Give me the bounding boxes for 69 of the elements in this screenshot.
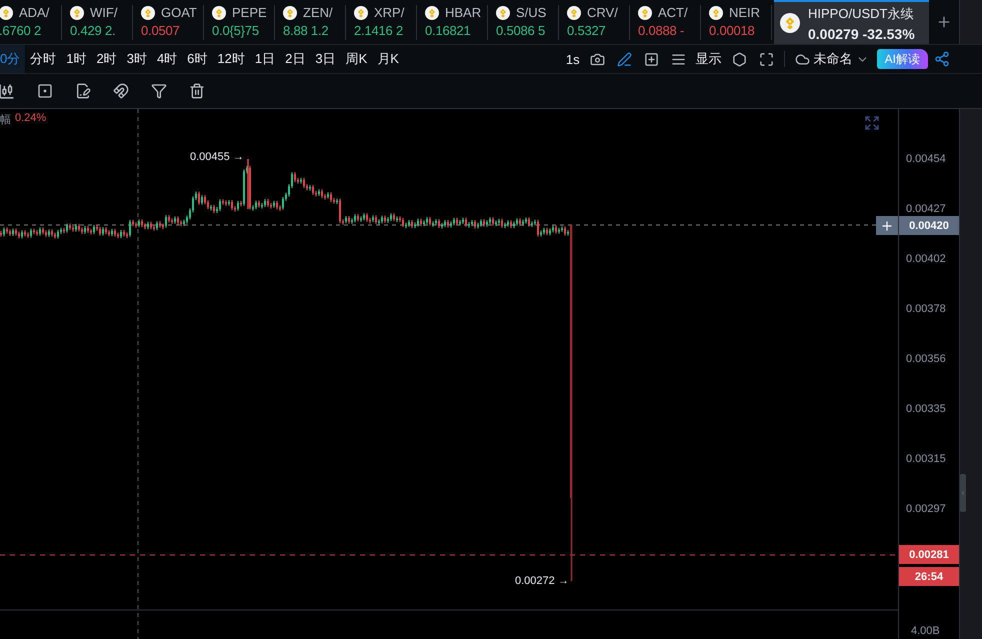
price-axis-label: 0.00454: [906, 153, 946, 165]
timeframe-tab[interactable]: 2时: [91, 45, 122, 73]
ticker-tab[interactable]: HBAR 0.16821: [417, 5, 488, 40]
ticker-price: 0.5086 5: [496, 23, 546, 38]
price-axis-label: 0.00335: [906, 403, 946, 415]
ticker-price: 0.16821: [425, 23, 472, 38]
ticker-price: 8.88 1.2: [283, 23, 330, 38]
high-price-label: 0.00455 →: [190, 151, 244, 163]
ticker-tab[interactable]: GOAT 0.0507: [133, 5, 204, 40]
ticker-symbol: ACT/: [658, 5, 688, 20]
ticker-tab[interactable]: WIF/ 0.429 2.: [62, 5, 133, 40]
ai-button[interactable]: AI解读: [876, 49, 928, 69]
ticker-tab[interactable]: NEIR 0.00018: [701, 5, 772, 40]
ticker-symbol: ADA/: [19, 5, 50, 20]
timeframe-tab[interactable]: 0分: [0, 45, 26, 73]
ticker-price: 0.00018: [709, 23, 756, 38]
timeframe-tab[interactable]: 3时: [122, 45, 152, 73]
timeframe-tab[interactable]: 分时: [25, 45, 62, 73]
price-axis-label: 0.00297: [906, 503, 946, 515]
interval-button[interactable]: 1s: [562, 52, 584, 66]
countdown-tag: 26:54: [899, 567, 959, 586]
ticker-tab[interactable]: S/US 0.5086 5: [488, 5, 559, 40]
price-axis-label: 0.00427: [906, 203, 946, 215]
last-price-tag: 0.00281: [899, 545, 959, 564]
layout-name-dropdown[interactable]: 未命名: [810, 50, 873, 68]
ticker-symbol: NEIR: [729, 5, 760, 20]
ticker-symbol: WIF/: [90, 5, 118, 20]
ticker-tab[interactable]: XRP/ 2.1416 2: [346, 5, 417, 40]
volume-axis-label: 4.00B: [911, 625, 940, 637]
ticker-price: 0.5327: [567, 23, 607, 38]
ticker-price: .6760 2: [0, 23, 42, 38]
timeframe-tab[interactable]: 周K: [340, 45, 372, 73]
ticker-tab[interactable]: ZEN/ 8.88 1.2: [275, 5, 346, 40]
active-ticker-tab[interactable]: HIPPO/USDT永续 0.00279 -32.53%: [774, 0, 929, 44]
ticker-price: 2.1416 2: [354, 23, 404, 38]
ticker-symbol: GOAT: [161, 5, 197, 20]
timeframe-tab[interactable]: 1日: [250, 45, 280, 73]
timeframe-tab[interactable]: 月K: [372, 45, 404, 73]
low-price-label: 0.00272 →: [515, 575, 569, 587]
ticker-price: 0.0{5}75: [212, 23, 260, 38]
price-axis-label: 0.00356: [906, 353, 946, 365]
ticker-symbol: PEPE: [232, 5, 267, 20]
legend-label: 幅: [0, 113, 11, 127]
ticker-symbol: HIPPO/USDT永续: [808, 4, 914, 22]
timeframe-tab[interactable]: 12时: [212, 45, 250, 73]
price-axis-label: 0.00378: [906, 303, 946, 315]
ticker-price: 0.0507: [141, 23, 181, 38]
ticker-symbol: ZEN/: [303, 5, 333, 20]
ticker-symbol: HBAR: [445, 5, 482, 20]
display-button[interactable]: 显示: [692, 50, 726, 68]
ticker-tab[interactable]: ACT/ 0.0888 -: [630, 5, 701, 40]
price-axis-label: 0.00315: [906, 453, 946, 465]
ticker-tab[interactable]: ADA/ .6760 2: [0, 5, 62, 40]
timeframe-tab[interactable]: 4时: [152, 45, 182, 73]
timeframe-tab[interactable]: 2日: [280, 45, 310, 73]
timeframe-tab[interactable]: 6时: [182, 45, 212, 73]
timeframe-tab[interactable]: 1时: [61, 45, 92, 73]
ticker-symbol: S/US: [516, 5, 546, 20]
ticker-tab[interactable]: PEPE 0.0{5}75: [204, 5, 275, 40]
ticker-price: 0.429 2.: [70, 23, 116, 38]
ticker-price: 0.00279 -32.53%: [808, 26, 915, 42]
timeframe-tab[interactable]: 3日: [310, 45, 341, 73]
crosshair-price-tag: 0.00420: [899, 216, 959, 235]
legend-value: 0.24%: [15, 112, 46, 126]
ticker-symbol: XRP/: [374, 5, 404, 20]
ticker-tab[interactable]: CRV/ 0.5327: [559, 5, 630, 40]
price-axis-label: 0.00402: [906, 253, 946, 265]
ticker-symbol: CRV/: [587, 5, 618, 20]
ticker-price: 0.0888 -: [638, 23, 686, 38]
